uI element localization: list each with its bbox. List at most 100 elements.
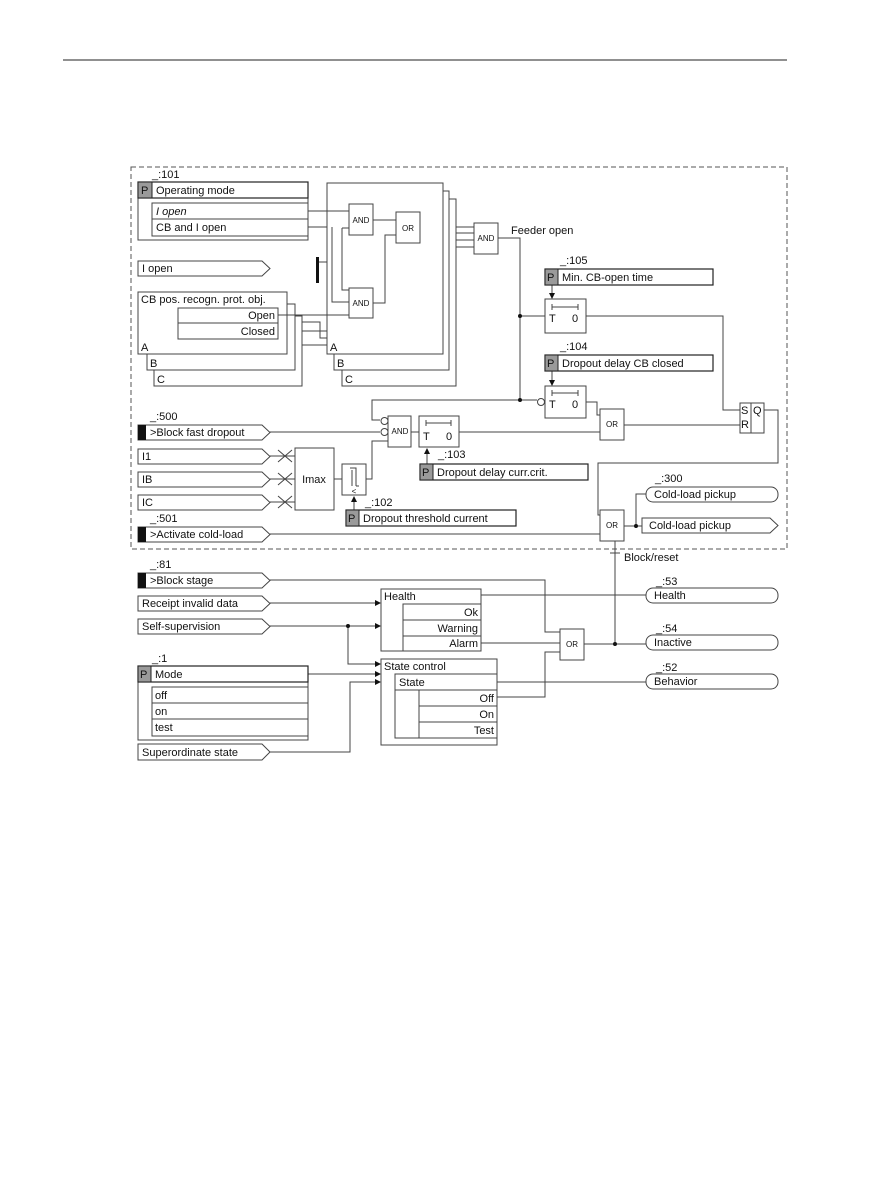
svg-text:P: P [422,467,429,479]
output-id: _:52 [655,662,677,674]
and-gate: AND [348,287,374,319]
dropout-threshold-current-param[interactable]: P Dropout threshold current [345,509,517,527]
svg-text:0: 0 [572,399,578,411]
option[interactable]: CB and I open [156,222,226,234]
output-id: _:54 [655,623,677,635]
logic-diagram: _:101 P Operating mode I open CB and I o… [63,59,788,761]
svg-text:OR: OR [402,224,414,233]
svg-text:P: P [348,513,355,525]
health-block: Health Ok Warning Alarm [380,588,482,652]
or-gate: OR [559,628,585,661]
dropout-delay-curr-crit-param[interactable]: P Dropout delay curr.crit. [419,463,589,481]
svg-text:AND: AND [353,216,370,225]
input-label: >Activate cold-load [150,529,243,541]
svg-text:Imax: Imax [302,474,326,486]
svg-text:T: T [549,399,556,411]
param-id: _:105 [559,255,588,267]
mode-param[interactable]: P Mode off on test [137,665,309,741]
param-label: Min. CB-open time [562,272,653,284]
input-ic [137,494,271,511]
operating-mode-param[interactable]: P Operating mode I open CB and I open [137,181,309,241]
binary-input-flag-icon [138,425,146,440]
negation-icon [537,398,545,406]
svg-text:B: B [150,358,157,370]
svg-text:C: C [157,374,165,386]
svg-text:Test: Test [474,725,494,737]
svg-text:Warning: Warning [437,623,478,635]
param-id: _:1 [151,653,167,665]
param-title: Operating mode [156,185,235,197]
and-gate: AND [473,222,499,255]
svg-text:A: A [330,342,338,354]
output-label: Health [654,590,686,602]
output-id: _:53 [655,576,677,588]
svg-text:T: T [423,431,430,443]
bus-bar [316,257,319,283]
binary-input-flag-icon [138,527,146,542]
svg-text:P: P [140,669,147,681]
param-label: Dropout threshold current [363,513,488,525]
negation-icon [380,428,389,436]
feeder-open-label: Feeder open [511,225,573,237]
input-i1 [137,448,271,465]
output-id: _:300 [654,473,683,485]
param-label: Dropout delay CB closed [562,358,684,370]
svg-text:C: C [345,374,353,386]
or-gate: OR [395,211,421,244]
output-label: Inactive [654,637,692,649]
option[interactable]: I open [156,206,187,218]
timer: T0 [544,298,587,334]
svg-text:P: P [547,358,554,370]
option[interactable]: test [155,722,173,734]
input-label: >Block stage [150,575,213,587]
option[interactable]: on [155,706,167,718]
dropout-delay-cb-closed-param[interactable]: P Dropout delay CB closed [544,354,714,372]
svg-text:<: < [352,487,357,496]
input-id: _:500 [149,411,178,423]
param-id: _:103 [437,449,466,461]
svg-text:AND: AND [353,299,370,308]
svg-text:OR: OR [606,420,618,429]
param-flag-letter: P [141,185,148,197]
binary-input-flag-icon [138,573,146,588]
and-gate: AND [348,203,374,236]
block-reset-label: Block/reset [624,552,678,564]
svg-text:B: B [337,358,344,370]
svg-text:State: State [399,677,425,689]
input-ib [137,471,271,488]
svg-text:AND: AND [392,427,409,436]
svg-text:OR: OR [566,640,578,649]
svg-text:I1: I1 [142,451,151,463]
negation-icon [380,417,389,425]
output-label: Behavior [654,676,698,688]
svg-text:OR: OR [606,521,618,530]
or-gate: OR [599,408,625,441]
svg-text:S: S [741,405,748,417]
svg-text:Closed: Closed [241,326,275,338]
svg-text:T: T [549,313,556,325]
option[interactable]: off [155,690,168,702]
timer: T0 [537,385,587,419]
input-label: >Block fast dropout [150,427,244,439]
input-id: _:501 [149,513,178,525]
param-id: _:101 [151,169,180,181]
svg-text:State control: State control [384,661,446,673]
input-label: I open [142,263,173,275]
svg-text:Ok: Ok [464,607,479,619]
svg-text:A: A [141,342,149,354]
svg-text:Q: Q [753,405,762,417]
svg-text:P: P [547,272,554,284]
svg-text:R: R [741,419,749,431]
min-cb-open-time-param[interactable]: P Min. CB-open time [544,268,714,286]
param-label: Dropout delay curr.crit. [437,467,548,479]
block-title: CB pos. recogn. prot. obj. [141,294,266,306]
input-label: Self-supervision [142,621,220,633]
input-label: Superordinate state [142,747,238,759]
imax-block: Imax [294,447,335,511]
svg-text:0: 0 [572,313,578,325]
svg-text:AND: AND [478,234,495,243]
input-id: _:81 [149,559,171,571]
param-id: _:104 [559,341,588,353]
svg-text:On: On [479,709,494,721]
sr-flipflop: SRQ [739,402,765,434]
